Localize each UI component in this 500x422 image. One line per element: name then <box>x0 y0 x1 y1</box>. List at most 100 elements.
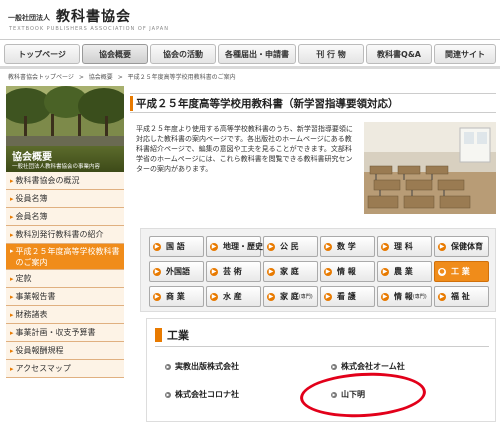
subject-commerce[interactable]: ▶ 商 業 <box>149 286 204 307</box>
sidebar-item-officers[interactable]: ▸ 役員名簿 <box>6 190 124 208</box>
subject-label: 公 民 <box>280 242 299 251</box>
site-logo[interactable]: 教科書協会 <box>56 6 131 26</box>
subject-geography-history[interactable]: ▶ 地理・歴史 <box>206 236 263 257</box>
publisher-link[interactable]: ▶ 株式会社コロナ社 <box>165 389 239 400</box>
sidebar-item-members[interactable]: ▸ 会員名簿 <box>6 208 124 226</box>
sidebar-item-h25-highschool[interactable]: ▸ 平成２５年度高等学校教科書のご案内 <box>6 244 124 270</box>
sidebar-item-label: アクセスマップ <box>15 364 71 373</box>
subject-fisheries[interactable]: ▶ 水 産 <box>206 286 261 307</box>
arrow-icon: ▶ <box>324 242 332 251</box>
subject-label: 理 科 <box>394 242 413 251</box>
subject-information-specialized[interactable]: ▶ 情 報 (専門) <box>377 286 432 307</box>
subject-information[interactable]: ▶ 情 報 <box>320 261 375 282</box>
publisher-heading-label: 工業 <box>167 329 189 342</box>
publisher-link[interactable]: ▶ 実教出版株式会社 <box>165 361 239 372</box>
subject-label: 情 報 <box>337 267 356 276</box>
subject-math[interactable]: ▶ 数 学 <box>320 236 375 257</box>
arrow-icon: ▶ <box>210 292 218 301</box>
global-nav: トップページ 協会概要 協会の活動 各種届出・申請書 刊 行 物 教科書Q&A … <box>4 44 496 64</box>
bullet-icon: ▸ <box>10 212 14 221</box>
subject-label: 福 祉 <box>451 292 470 301</box>
subject-foreign-language[interactable]: ▶ 外国語 <box>149 261 204 282</box>
subject-suffix: (専門) <box>298 294 313 300</box>
arrow-icon: ▶ <box>324 292 332 301</box>
bullet-icon: ▸ <box>10 364 14 373</box>
publisher-name: 株式会社オーム社 <box>341 362 405 371</box>
nav-faq[interactable]: 教科書Q&A <box>366 44 432 64</box>
subject-agriculture[interactable]: ▶ 農 業 <box>377 261 432 282</box>
sidebar-item-label: 事業計画・収支予算書 <box>15 328 96 337</box>
subject-label: 国 語 <box>166 242 185 251</box>
nav-about[interactable]: 協会概要 <box>82 44 148 64</box>
classroom-photo <box>364 122 496 214</box>
breadcrumb-separator: > <box>117 74 123 81</box>
sidebar-item-label: 財務諸表 <box>15 310 48 319</box>
nav-publications[interactable]: 刊 行 物 <box>298 44 364 64</box>
logo-subtitle: 一般社団法人 <box>8 14 50 22</box>
subject-science[interactable]: ▶ 理 科 <box>377 236 432 257</box>
subject-label: 水 産 <box>223 292 242 301</box>
subject-label: 農 業 <box>394 267 413 276</box>
sidebar-subtitle: 一般社団法人教科書協会の事業内容 <box>12 164 101 170</box>
nav-top[interactable]: トップページ <box>4 44 80 64</box>
subject-pe[interactable]: ▶ 保健体育 <box>434 236 489 257</box>
sidebar-item-business-report[interactable]: ▸ 事業報告書 <box>6 288 124 306</box>
sidebar-item-compensation[interactable]: ▸ 役員報酬規程 <box>6 342 124 360</box>
breadcrumb-parent[interactable]: 協会概要 <box>89 74 113 81</box>
subject-label: 芸 術 <box>223 267 242 276</box>
sidebar-item-business-plan[interactable]: ▸ 事業計画・収支予算書 <box>6 324 124 342</box>
subject-japanese[interactable]: ▶ 国 語 <box>149 236 204 257</box>
publisher-link[interactable]: ▶ 山下明 <box>331 389 365 400</box>
breadcrumb: 教科書協会トップページ > 協会概要 > 平成２５年度高等学校用教科書のご案内 <box>8 72 239 81</box>
arrow-icon: ▶ <box>267 292 275 301</box>
subject-civics[interactable]: ▶ 公 民 <box>263 236 318 257</box>
sidebar-item-articles[interactable]: ▸ 定款 <box>6 270 124 288</box>
nav-divider <box>0 66 500 69</box>
publisher-link[interactable]: ▶ 株式会社オーム社 <box>331 361 405 372</box>
bullet-icon: ▸ <box>10 274 14 283</box>
sidebar-item-label: 役員報酬規程 <box>15 346 64 355</box>
sidebar-item-textbooks-by-subject[interactable]: ▸ 教科別発行教科書の紹介 <box>6 226 124 244</box>
subject-label: 家 庭 <box>280 292 299 301</box>
subject-label: 工 業 <box>451 267 470 276</box>
sidebar-item-label: 教科別発行教科書の紹介 <box>15 230 104 239</box>
link-arrow-icon: ▶ <box>331 363 337 370</box>
sidebar-menu: ▸ 教科書協会の概況 ▸ 役員名簿 ▸ 会員名簿 ▸ 教科別発行教科書の紹介 ▸ 平成２５… <box>6 172 124 378</box>
sidebar-tree-photo <box>6 86 124 146</box>
arrow-icon: ▶ <box>153 242 161 251</box>
subject-panel: ▶ 国 語 ▶ 地理・歴史 ▶ 公 民 ▶ 数 学 ▶ 理 科 ▶ 保健体育 ▶ 外国語 ▶ 芸… <box>140 228 496 312</box>
subject-label: 商 業 <box>166 292 185 301</box>
subject-label: 情 報 <box>394 292 413 301</box>
sidebar-item-label: 会員名簿 <box>15 212 48 221</box>
arrow-icon: ▶ <box>267 242 275 251</box>
subject-arts[interactable]: ▶ 芸 術 <box>206 261 261 282</box>
bullet-icon: ▸ <box>10 346 14 355</box>
sidebar-item-financials[interactable]: ▸ 財務諸表 <box>6 306 124 324</box>
arrow-icon: ▶ <box>381 292 389 301</box>
sidebar-item-label: 平成２５年度高等学校教科書のご案内 <box>15 247 120 267</box>
subject-label: 数 学 <box>337 242 356 251</box>
subject-welfare[interactable]: ▶ 福 祉 <box>434 286 489 307</box>
nav-activities[interactable]: 協会の活動 <box>150 44 216 64</box>
heading-marker-icon <box>155 328 162 342</box>
arrow-icon: ▶ <box>381 242 389 251</box>
sidebar-item-label: 役員名簿 <box>15 194 48 203</box>
publisher-name: 実教出版株式会社 <box>175 362 239 371</box>
subject-label: 保健体育 <box>451 242 483 251</box>
bullet-icon: ▸ <box>10 194 14 203</box>
sidebar-item-overview[interactable]: ▸ 教科書協会の概況 <box>6 172 124 190</box>
arrow-icon: ▶ <box>438 242 446 251</box>
subject-industry[interactable]: ● 工 業 <box>434 261 489 282</box>
subject-home-economics-specialized[interactable]: ▶ 家 庭 (専門) <box>263 286 318 307</box>
intro-text: 平成２５年度より使用する高等学校教科書のうち、新学習指導要領に対応した教科書の案… <box>136 125 353 173</box>
nav-forms[interactable]: 各種届出・申請書 <box>218 44 296 64</box>
subject-nursing[interactable]: ▶ 看 護 <box>320 286 375 307</box>
publisher-heading: 工業 <box>155 327 189 343</box>
sidebar-item-access-map[interactable]: ▸ アクセスマップ <box>6 360 124 378</box>
publisher-name: 株式会社コロナ社 <box>175 390 239 399</box>
site-header: 一般社団法人 教科書協会 TEXTBOOK PUBLISHERS ASSOCIA… <box>0 0 500 42</box>
subject-home-economics[interactable]: ▶ 家 庭 <box>263 261 318 282</box>
nav-links[interactable]: 関連サイト <box>434 44 496 64</box>
arrow-icon: ● <box>438 267 446 276</box>
breadcrumb-home[interactable]: 教科書協会トップページ <box>8 74 74 81</box>
